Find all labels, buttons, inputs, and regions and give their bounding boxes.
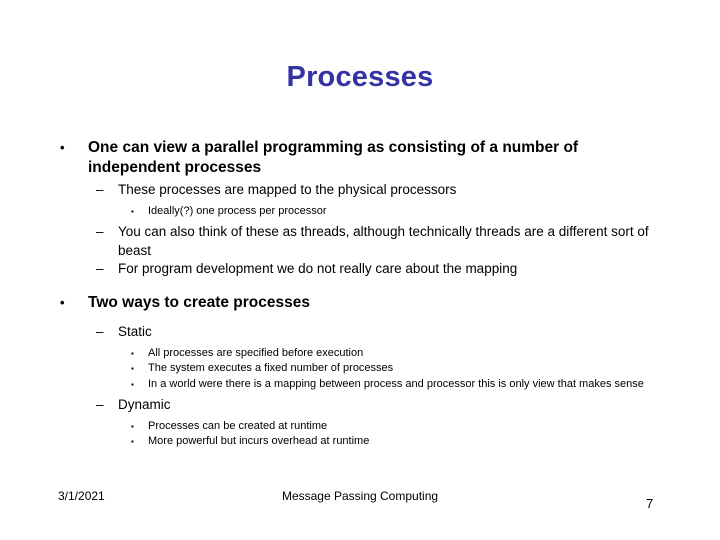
bullet-level3: ▪ Ideally(?) one process per processor bbox=[0, 204, 720, 220]
bullet-marker-dash: – bbox=[96, 397, 104, 412]
bullet-marker-dot: • bbox=[60, 294, 65, 310]
bullet-text: Two ways to create processes bbox=[88, 293, 310, 311]
bullet-level3: ▪ All processes are specified before exe… bbox=[0, 346, 720, 362]
bullet-level3: ▪ More powerful but incurs overhead at r… bbox=[0, 434, 720, 450]
bullet-level1: • One can view a parallel programming as… bbox=[0, 138, 720, 177]
bullet-level2: – Dynamic bbox=[0, 396, 720, 415]
bullet-text: All processes are specified before execu… bbox=[148, 346, 364, 359]
bullet-marker-dash: – bbox=[96, 261, 104, 276]
bullet-marker-square: ▪ bbox=[131, 206, 134, 216]
bullet-level2: – For program development we do not real… bbox=[0, 260, 720, 279]
slide-body: • One can view a parallel programming as… bbox=[0, 138, 720, 450]
bullet-marker-dash: – bbox=[96, 182, 104, 197]
bullet-level2: – You can also think of these as threads… bbox=[0, 223, 720, 260]
bullet-level3: ▪ In a world were there is a mapping bet… bbox=[0, 377, 720, 393]
bullet-text: You can also think of these as threads, … bbox=[118, 224, 649, 258]
bullet-marker-square: ▪ bbox=[131, 348, 134, 358]
bullet-text: Dynamic bbox=[118, 397, 171, 412]
slide: Processes • One can view a parallel prog… bbox=[0, 0, 720, 540]
bullet-marker-dash: – bbox=[96, 224, 104, 239]
bullet-level2: – These processes are mapped to the phys… bbox=[0, 181, 720, 200]
slide-number: 7 bbox=[646, 496, 654, 511]
bullet-marker-square: ▪ bbox=[131, 437, 134, 446]
bullet-text: These processes are mapped to the physic… bbox=[118, 182, 457, 197]
bullet-text: One can view a parallel programming as c… bbox=[88, 139, 579, 176]
bullet-level3: ▪ The system executes a fixed number of … bbox=[0, 361, 720, 377]
page-title: Processes bbox=[286, 61, 434, 93]
bullet-marker-square: ▪ bbox=[131, 379, 134, 389]
footer-title: Message Passing Computing bbox=[281, 489, 439, 503]
bullet-text: The system executes a fixed number of pr… bbox=[148, 362, 394, 374]
bullet-text: For program development we do not really… bbox=[118, 261, 518, 276]
bullet-marker-dot: • bbox=[60, 140, 65, 155]
bullet-text: Static bbox=[118, 324, 152, 339]
bullet-marker-square: ▪ bbox=[131, 421, 134, 431]
bullet-marker-square: ▪ bbox=[131, 364, 134, 373]
bullet-text: Processes can be created at runtime bbox=[148, 419, 328, 432]
bullet-level2: – Static bbox=[0, 323, 720, 342]
bullet-level1: • Two ways to create processes bbox=[0, 293, 720, 313]
bullet-text: More powerful but incurs overhead at run… bbox=[148, 435, 370, 447]
bullet-text: Ideally(?) one process per processor bbox=[148, 204, 327, 217]
bullet-level3: ▪ Processes can be created at runtime bbox=[0, 419, 720, 435]
bullet-marker-dash: – bbox=[96, 324, 104, 339]
bullet-text: In a world were there is a mapping betwe… bbox=[148, 377, 644, 390]
